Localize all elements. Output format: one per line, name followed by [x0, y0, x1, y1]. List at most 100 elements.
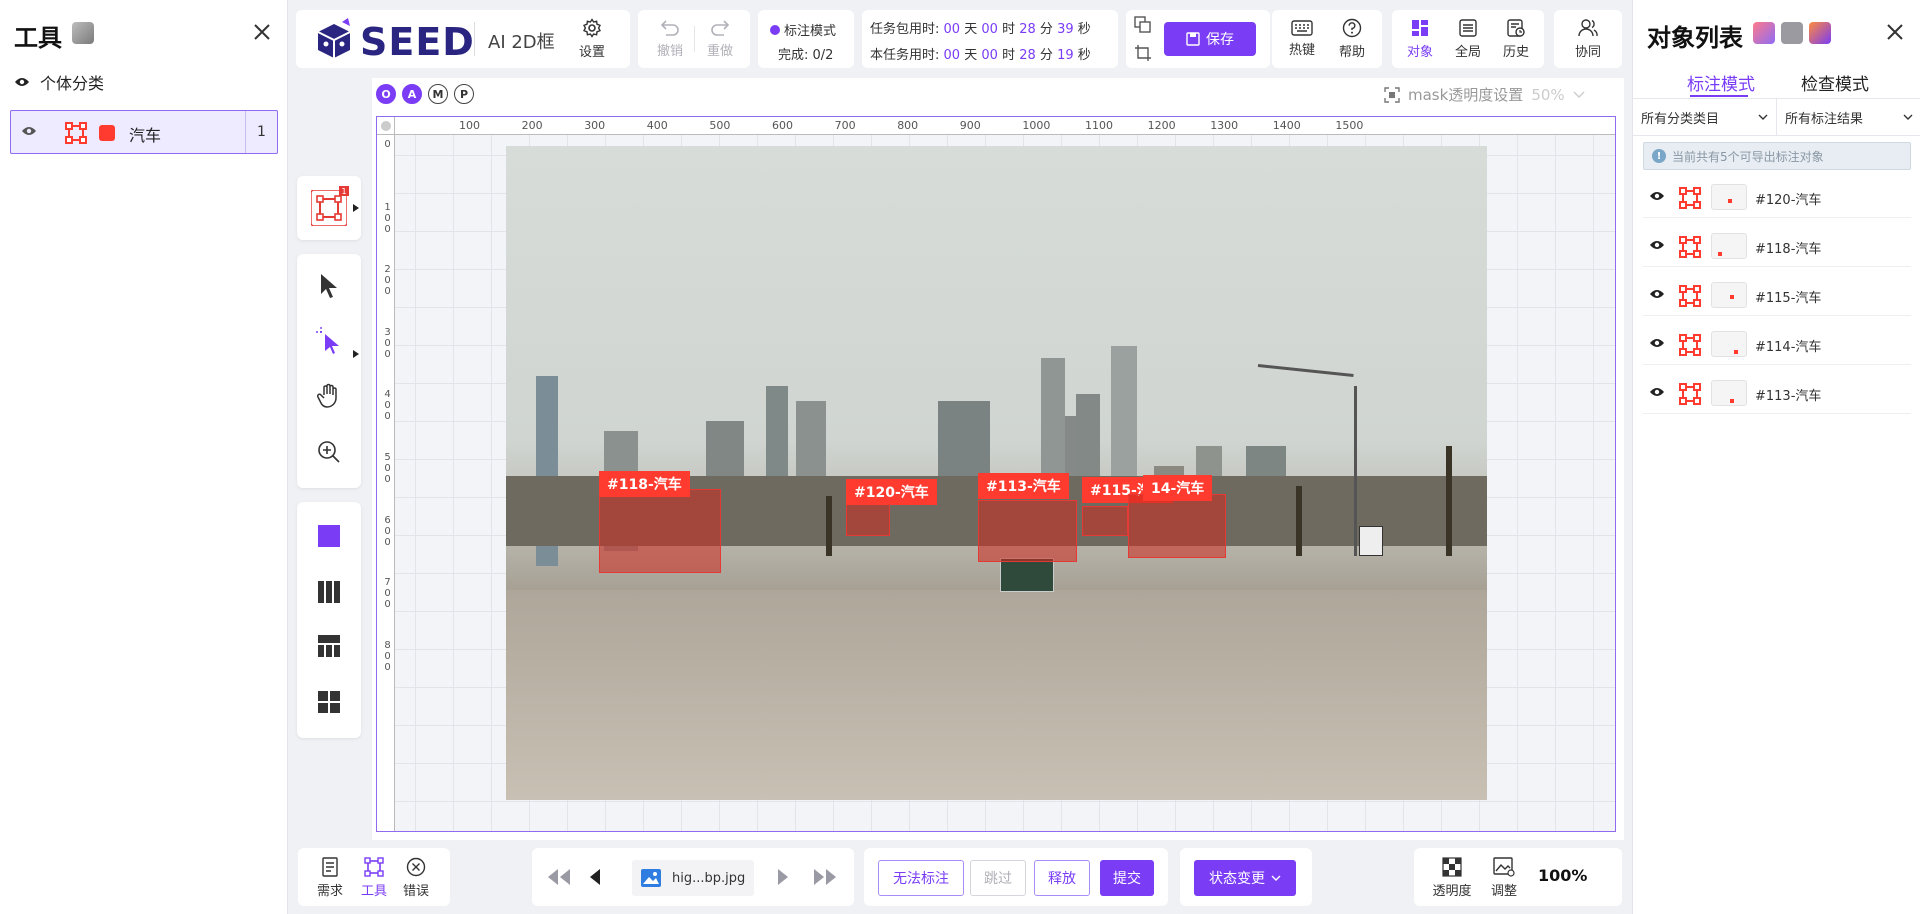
annotation-label[interactable]: #120-汽车: [846, 479, 937, 505]
undo-button[interactable]: 撤销: [646, 16, 694, 62]
zoom-level[interactable]: 100%: [1538, 866, 1587, 885]
status-change-button[interactable]: 状态变更: [1194, 860, 1296, 896]
next-image-icon[interactable]: [776, 868, 790, 886]
previous-image-icon[interactable]: [588, 868, 602, 886]
settings-button[interactable]: 设置: [562, 16, 622, 62]
annotation-label[interactable]: #118-汽车: [599, 471, 690, 497]
mode-p-toggle[interactable]: P: [454, 84, 474, 104]
eye-icon[interactable]: [1649, 190, 1665, 202]
annotation-label[interactable]: 14-汽车: [1143, 475, 1213, 501]
requirements-button[interactable]: 需求: [312, 856, 348, 900]
history-icon: [1506, 18, 1526, 38]
columns-view-button[interactable]: [309, 572, 349, 612]
multi-select-tool-button[interactable]: [309, 320, 349, 360]
category-filter-select[interactable]: 所有分类类目: [1633, 99, 1777, 135]
annotation-mode-indicator[interactable]: 标注模式: [770, 20, 836, 39]
ruler-tick-label: 300: [584, 119, 606, 132]
mode-m-toggle[interactable]: M: [428, 84, 448, 104]
chevron-down-icon[interactable]: [1573, 91, 1585, 99]
object-name: #114-汽车: [1755, 340, 1822, 355]
individual-classification-header[interactable]: 个体分类: [14, 70, 104, 94]
annotation-bounding-box[interactable]: [846, 500, 890, 536]
keyboard-icon: [1291, 20, 1313, 36]
view-history-button[interactable]: 历史: [1492, 16, 1540, 62]
pan-tool-button[interactable]: [309, 376, 349, 416]
view-global-button[interactable]: 全局: [1444, 16, 1492, 62]
object-list-item[interactable]: #118-汽车: [1643, 225, 1911, 267]
collaboration-button[interactable]: 协同: [1564, 16, 1612, 62]
close-icon[interactable]: [1883, 20, 1907, 44]
adjust-button[interactable]: 调整: [1480, 856, 1528, 900]
close-icon[interactable]: [250, 20, 274, 44]
crop-icon[interactable]: [1134, 44, 1154, 64]
skip-button[interactable]: 跳过: [970, 860, 1026, 896]
tools-panel-title: 工具: [14, 24, 62, 52]
eye-icon[interactable]: [1649, 386, 1665, 398]
view-object-button[interactable]: 对象: [1396, 16, 1444, 62]
save-button[interactable]: 保存: [1164, 22, 1256, 56]
submit-button[interactable]: 提交: [1100, 860, 1154, 896]
redo-button[interactable]: 重做: [696, 16, 744, 62]
split-view-button[interactable]: [309, 626, 349, 666]
eye-icon[interactable]: [1649, 337, 1665, 349]
ruler-tick-label: 1300: [1210, 119, 1239, 132]
annotation-canvas[interactable]: 100 200 300 400 500 600 700 800 900 1000 1100 1200 1…: [376, 116, 1616, 832]
object-list-item[interactable]: #113-汽车: [1643, 372, 1911, 414]
grid-icon: [1410, 18, 1430, 38]
mode-a-toggle[interactable]: A: [402, 84, 422, 104]
single-view-button[interactable]: [309, 516, 349, 556]
last-image-icon[interactable]: [812, 868, 838, 886]
annotation-bounding-box[interactable]: [599, 489, 721, 573]
layers-icon[interactable]: [1781, 22, 1803, 44]
tab-inspection-mode[interactable]: 检查模式: [1801, 70, 1869, 95]
mask-opacity-setting[interactable]: mask透明度设置 50%: [1384, 84, 1585, 105]
task-package-time: 任务包用时: 00 天 00 时 28 分 39 秒: [870, 22, 1091, 37]
object-list-item[interactable]: #120-汽车: [1643, 176, 1911, 218]
fit-screen-icon[interactable]: [1384, 86, 1400, 103]
bounding-box-icon: [1679, 383, 1701, 405]
bottom-panel-switcher: 需求 工具 错误: [298, 848, 450, 906]
cannot-annotate-button[interactable]: 无法标注: [878, 860, 964, 896]
class-color-swatch[interactable]: [99, 125, 115, 141]
hotkey-button[interactable]: 热键: [1278, 16, 1326, 62]
object-name: #115-汽车: [1755, 291, 1822, 306]
object-list-item[interactable]: #115-汽车: [1643, 274, 1911, 316]
annotation-bounding-box[interactable]: [1128, 494, 1226, 558]
zoom-tool-button[interactable]: [309, 432, 349, 472]
divider: [694, 26, 695, 52]
layers-icon: [72, 22, 94, 44]
seed-logo-icon: [312, 18, 356, 62]
annotation-bounding-box[interactable]: [1082, 506, 1128, 536]
copy-icon[interactable]: [1134, 16, 1154, 36]
shape-tool-palette: 1: [297, 176, 361, 240]
palette-icon[interactable]: [1753, 22, 1775, 44]
opacity-button[interactable]: 透明度: [1428, 856, 1476, 900]
object-list-item[interactable]: #114-汽车: [1643, 323, 1911, 365]
eye-icon[interactable]: [21, 125, 37, 137]
tools-button[interactable]: 工具: [356, 856, 392, 900]
ruler-corner: [377, 117, 395, 135]
annotation-label[interactable]: #113-汽车: [978, 473, 1069, 499]
caret-right-icon[interactable]: [353, 350, 359, 358]
ruler-tick-label: 1400: [1272, 119, 1301, 132]
current-file-chip[interactable]: hig...bp.jpg: [632, 860, 754, 896]
grid-view-button[interactable]: [309, 682, 349, 722]
mode-o-toggle[interactable]: O: [376, 84, 396, 104]
class-item-car[interactable]: 汽车 1: [10, 110, 278, 154]
users-icon: [1577, 18, 1599, 38]
tag-icon[interactable]: [1809, 22, 1831, 44]
help-button[interactable]: 帮助: [1328, 16, 1376, 62]
eye-icon[interactable]: [1649, 288, 1665, 300]
errors-button[interactable]: 错误: [398, 856, 434, 900]
mask-opacity-value[interactable]: 50%: [1531, 86, 1564, 104]
release-button[interactable]: 释放: [1034, 860, 1090, 896]
tab-annotation-mode[interactable]: 标注模式: [1687, 70, 1755, 95]
eye-icon[interactable]: [14, 76, 30, 88]
ruler-tick-label: 400: [646, 119, 668, 132]
caret-right-icon[interactable]: [353, 204, 359, 212]
eye-icon[interactable]: [1649, 239, 1665, 251]
select-tool-button[interactable]: [309, 266, 349, 306]
annotation-bounding-box[interactable]: [978, 500, 1077, 562]
first-image-icon[interactable]: [546, 868, 572, 886]
result-filter-select[interactable]: 所有标注结果: [1777, 99, 1920, 135]
